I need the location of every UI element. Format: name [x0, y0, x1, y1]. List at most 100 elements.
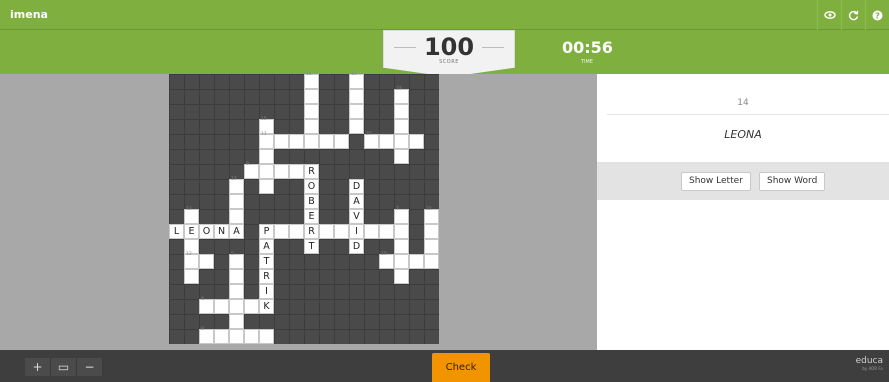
crossword-cell[interactable]	[409, 134, 424, 149]
crossword-cell[interactable]	[379, 134, 394, 149]
crossword-cell[interactable]	[304, 89, 319, 104]
crossword-cell[interactable]	[334, 134, 349, 149]
crossword-cell[interactable]	[349, 119, 364, 134]
crossword-cell[interactable]: E	[184, 224, 199, 239]
crossword-cell[interactable]	[394, 254, 409, 269]
crossword-cell[interactable]	[229, 314, 244, 329]
crossword-cell[interactable]	[394, 239, 409, 254]
crossword-cell[interactable]	[394, 224, 409, 239]
crossword-cell[interactable]: T	[259, 254, 274, 269]
crossword-cell[interactable]: I	[259, 284, 274, 299]
crossword-cell[interactable]: A	[259, 239, 274, 254]
crossword-cell[interactable]: L	[169, 224, 184, 239]
crossword-cell[interactable]	[274, 134, 289, 149]
crossword-cell[interactable]	[229, 209, 244, 224]
crossword-cell[interactable]: R	[259, 269, 274, 284]
crossword-cell[interactable]: K	[259, 299, 274, 314]
crossword-cell[interactable]	[289, 164, 304, 179]
zoom-out-button[interactable]: −	[77, 358, 103, 376]
crossword-cell[interactable]	[424, 239, 439, 254]
crossword-cell[interactable]	[229, 329, 244, 344]
crossword-cell[interactable]	[349, 89, 364, 104]
crossword-cell[interactable]	[214, 329, 229, 344]
crossword-cell[interactable]: 10	[379, 252, 394, 269]
crossword-cell[interactable]	[334, 224, 349, 239]
crossword-cell[interactable]: R	[304, 164, 319, 179]
crossword-cell[interactable]	[259, 179, 274, 194]
refresh-icon[interactable]	[841, 0, 865, 30]
crossword-cell[interactable]: D	[349, 179, 364, 194]
crossword-cell[interactable]	[229, 299, 244, 314]
score-bar: 100 SCORE 00:56 TIME	[0, 30, 889, 77]
crossword-cell[interactable]: 11	[259, 132, 274, 149]
zoom-in-button[interactable]: +	[25, 358, 51, 376]
crossword-cell[interactable]: 23	[364, 132, 379, 149]
crossword-cell[interactable]: O	[199, 224, 214, 239]
crossword-cell[interactable]	[394, 104, 409, 119]
crossword-cell[interactable]	[199, 254, 214, 269]
crossword-cell[interactable]	[259, 149, 274, 164]
crossword-cell[interactable]: O	[304, 179, 319, 194]
crossword-cell[interactable]: 7	[394, 207, 409, 224]
crossword-cell[interactable]	[229, 194, 244, 209]
crossword-cell[interactable]	[304, 119, 319, 134]
crossword-cell[interactable]	[379, 224, 394, 239]
crossword-cell[interactable]	[319, 224, 334, 239]
crossword-cell[interactable]: 17	[229, 177, 244, 194]
crossword-cell[interactable]: I	[349, 224, 364, 239]
crossword-cell[interactable]: 5	[229, 252, 244, 269]
crossword-cell[interactable]	[289, 224, 304, 239]
crossword-cell[interactable]: B	[304, 194, 319, 209]
crossword-cell[interactable]: N	[214, 224, 229, 239]
crossword-cell[interactable]: 16	[349, 72, 364, 89]
crossword-cell[interactable]: 9	[244, 162, 259, 179]
crossword-cell[interactable]: E	[304, 209, 319, 224]
check-button[interactable]: Check	[432, 353, 490, 382]
crossword-cell[interactable]	[394, 134, 409, 149]
crossword-cell[interactable]	[304, 134, 319, 149]
crossword-cell[interactable]: 27	[394, 87, 409, 104]
cell-letter: I	[355, 226, 358, 237]
crossword-cell[interactable]	[424, 224, 439, 239]
show-letter-button[interactable]: Show Letter	[681, 172, 751, 191]
crossword-cell[interactable]: T	[304, 239, 319, 254]
crossword-cell[interactable]	[409, 254, 424, 269]
crossword-cell[interactable]	[244, 329, 259, 344]
crossword-cell[interactable]: A	[229, 224, 244, 239]
fit-screen-button[interactable]: ▭	[51, 358, 77, 376]
crossword-cell[interactable]: R	[304, 224, 319, 239]
crossword-cell[interactable]	[274, 224, 289, 239]
crossword-cell[interactable]	[289, 134, 304, 149]
svg-text:?: ?	[875, 11, 880, 20]
crossword-cell[interactable]: 8	[199, 327, 214, 344]
crossword-cell[interactable]	[364, 224, 379, 239]
crossword-cell[interactable]	[274, 164, 289, 179]
crossword-cell[interactable]	[214, 299, 229, 314]
crossword-cell[interactable]	[259, 329, 274, 344]
crossword-cell[interactable]	[304, 104, 319, 119]
crossword-cell[interactable]	[394, 149, 409, 164]
crossword-cell[interactable]	[394, 269, 409, 284]
crossword-cell[interactable]: 14	[304, 72, 319, 89]
crossword-cell[interactable]	[319, 134, 334, 149]
crossword-cell[interactable]: 22	[424, 207, 439, 224]
crossword-cell[interactable]	[229, 284, 244, 299]
crossword-cell[interactable]	[229, 269, 244, 284]
crossword-cell[interactable]	[394, 119, 409, 134]
crossword-cell[interactable]: 4	[199, 297, 214, 314]
eye-icon[interactable]	[817, 0, 841, 30]
crossword-cell[interactable]	[349, 104, 364, 119]
crossword-cell[interactable]	[184, 269, 199, 284]
crossword-cell[interactable]: V	[349, 209, 364, 224]
crossword-cell[interactable]	[259, 164, 274, 179]
crossword-cell[interactable]: D	[349, 239, 364, 254]
brand-logo: educa by ADR Fo	[856, 356, 883, 371]
crossword-cell[interactable]: A	[349, 194, 364, 209]
crossword-cell[interactable]	[424, 254, 439, 269]
crossword-cell[interactable]: P	[259, 224, 274, 239]
help-icon[interactable]: ?	[865, 0, 889, 30]
show-word-button[interactable]: Show Word	[759, 172, 826, 191]
crossword-cell[interactable]	[244, 299, 259, 314]
crossword-cell[interactable]: 13	[184, 207, 199, 224]
crossword-cell[interactable]: 12	[184, 252, 199, 269]
